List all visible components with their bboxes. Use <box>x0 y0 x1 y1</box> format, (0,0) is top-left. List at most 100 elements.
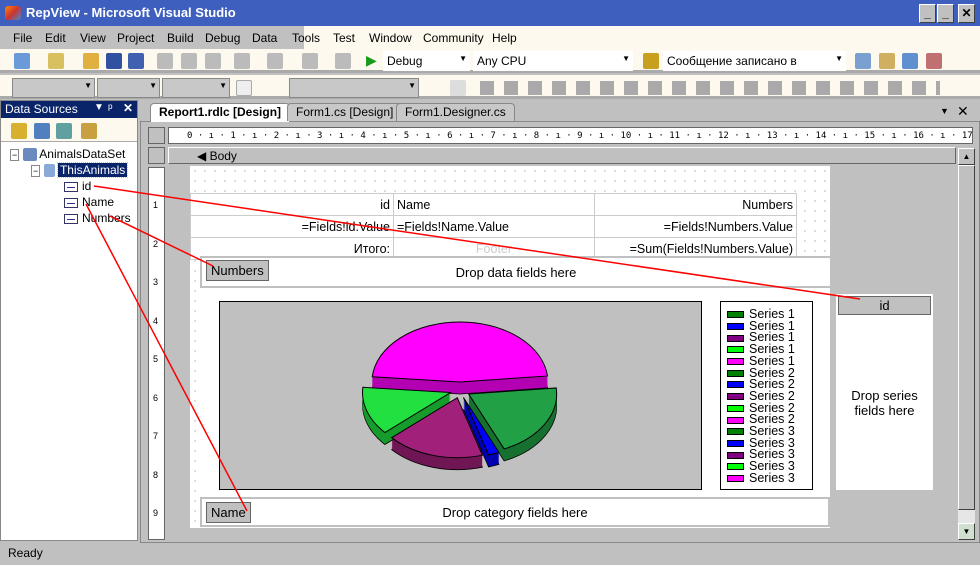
close-button[interactable]: ✕ <box>958 4 975 23</box>
save-icon[interactable] <box>106 53 122 69</box>
menu-window[interactable]: Window <box>369 31 412 45</box>
redo-icon[interactable] <box>267 53 283 69</box>
menu-view[interactable]: View <box>80 31 106 45</box>
find-in-files-icon[interactable] <box>643 53 659 69</box>
menu-build[interactable]: Build <box>167 31 194 45</box>
tree-field-name[interactable]: Name <box>64 195 114 209</box>
field-label: Name <box>82 195 115 209</box>
close-tab-icon[interactable]: ✕ <box>957 103 969 120</box>
layout-toolbar: ▼ ▼ ▼ ▼ <box>0 75 980 99</box>
menu-data[interactable]: Data <box>252 31 277 45</box>
find-value: Сообщение записано в <box>667 54 797 68</box>
tree-table[interactable]: − ThisAnimals <box>31 162 129 178</box>
navigate-back-icon[interactable] <box>302 53 318 69</box>
table-cell[interactable]: =Fields!Numbers.Value <box>594 215 797 238</box>
category-field-name-button[interactable]: Name <box>206 502 251 523</box>
scroll-up-button[interactable]: ▲ <box>958 148 975 165</box>
toolbox-icon[interactable] <box>926 53 942 69</box>
copy-icon[interactable] <box>181 53 197 69</box>
new-project-icon[interactable] <box>14 53 30 69</box>
scroll-down-button[interactable]: ▼ <box>958 523 975 540</box>
menu-help[interactable]: Help <box>492 31 517 45</box>
table-cell[interactable]: Numbers <box>594 193 797 216</box>
add-item-icon[interactable] <box>48 53 64 69</box>
legend-swatch <box>727 358 744 365</box>
configure-dataset-icon[interactable] <box>56 123 72 139</box>
open-folder-icon[interactable] <box>83 53 99 69</box>
dataset-icon <box>22 148 37 162</box>
format-combo[interactable]: ▼ <box>289 78 419 98</box>
tab-list-icon[interactable]: ▼ <box>940 106 949 116</box>
save-all-icon[interactable] <box>128 53 144 69</box>
properties-icon[interactable] <box>879 53 895 69</box>
status-text: Ready <box>8 546 43 560</box>
find-combo[interactable]: Сообщение записано в ▼ <box>663 51 846 71</box>
table-cell[interactable]: =Fields!Name.Value <box>393 215 595 238</box>
legend-swatch <box>727 404 744 412</box>
table-cell[interactable]: =Fields!id.Value <box>190 215 394 238</box>
scroll-thumb[interactable] <box>958 165 975 510</box>
menu-tools[interactable]: Tools <box>292 31 320 45</box>
add-data-source-icon[interactable] <box>11 123 27 139</box>
style-combo[interactable]: ▼ <box>162 78 230 98</box>
tree-dataset[interactable]: − AnimalsDataSet <box>10 147 125 162</box>
legend-swatch <box>727 369 744 377</box>
data-sources-header: Data Sources ▼ ᵖ ✕ <box>1 101 137 118</box>
vs-logo-icon <box>5 6 21 20</box>
table-cell[interactable]: Name <box>393 193 595 216</box>
menu-edit[interactable]: Edit <box>45 31 66 45</box>
paste-icon[interactable] <box>205 53 221 69</box>
platform-value: Any CPU <box>477 54 527 68</box>
alignment-tools-icon[interactable] <box>480 81 940 95</box>
data-field-numbers-button[interactable]: Numbers <box>206 260 269 281</box>
drop-label: Drop data fields here <box>455 265 577 280</box>
menu-test[interactable]: Test <box>333 31 355 45</box>
tab-form-designer[interactable]: Form1.Designer.cs <box>396 103 515 121</box>
navigate-forward-icon[interactable] <box>335 53 351 69</box>
data-fields-drop-zone[interactable]: Drop data fields here <box>200 256 832 288</box>
menu-community[interactable]: Community <box>423 31 484 45</box>
size-combo[interactable]: ▼ <box>97 78 160 98</box>
vertical-scrollbar[interactable]: ▲ ▼ <box>958 148 975 540</box>
solution-explorer-icon[interactable] <box>855 53 871 69</box>
menu-project[interactable]: Project <box>117 31 154 45</box>
legend-swatch <box>727 416 744 424</box>
align-to-grid-icon[interactable] <box>450 80 466 96</box>
font-combo[interactable]: ▼ <box>12 78 95 98</box>
pin-icon[interactable]: ᵖ <box>108 101 113 115</box>
minimize-button[interactable]: _ <box>937 4 954 23</box>
cut-icon[interactable] <box>157 53 173 69</box>
tree-field-id[interactable]: id <box>64 179 91 193</box>
legend-swatch <box>727 346 744 354</box>
series-field-id-button[interactable]: id <box>838 296 931 315</box>
legend-swatch <box>727 439 744 447</box>
menu-debug[interactable]: Debug <box>205 31 240 45</box>
table-cell[interactable]: id <box>190 193 394 216</box>
platform-select[interactable]: Any CPU ▼ <box>473 51 633 71</box>
body-section-bar[interactable]: ◀ Body <box>168 147 956 164</box>
standard-toolbar: ▶ Debug ▼ Any CPU ▼ Сообщение записано в ▼ <box>0 49 980 73</box>
vruler-label: 9 <box>153 508 159 518</box>
vruler-label: 7 <box>153 431 159 441</box>
refresh-icon[interactable] <box>81 123 97 139</box>
config-value: Debug <box>387 54 423 68</box>
edit-dataset-icon[interactable] <box>34 123 50 139</box>
dropdown-icon[interactable]: ▼ <box>94 102 104 113</box>
undo-icon[interactable] <box>234 53 250 69</box>
start-debug-icon[interactable]: ▶ <box>366 52 377 69</box>
config-select[interactable]: Debug ▼ <box>383 51 470 71</box>
menu-file[interactable]: File <box>13 31 32 45</box>
close-panel-icon[interactable]: ✕ <box>123 101 133 115</box>
legend-swatch <box>727 393 744 401</box>
tab-form-design[interactable]: Form1.cs [Design] <box>287 103 403 121</box>
category-fields-drop-zone[interactable]: Drop category fields here <box>200 497 830 527</box>
data-sources-toolbar <box>1 118 137 142</box>
series-fields-drop-zone[interactable]: Drop series fields here <box>834 292 935 492</box>
minimize-button-2[interactable]: _ <box>919 4 936 23</box>
object-browser-icon[interactable] <box>902 53 918 69</box>
border-icon[interactable] <box>236 80 252 96</box>
report-table[interactable]: id Name Numbers =Fields!id.Value =Fields… <box>190 193 797 260</box>
tab-report-design[interactable]: Report1.rdlc [Design] <box>150 103 291 122</box>
drop-label: Drop category fields here <box>442 505 588 520</box>
tree-field-numbers[interactable]: Numbers <box>64 211 131 225</box>
